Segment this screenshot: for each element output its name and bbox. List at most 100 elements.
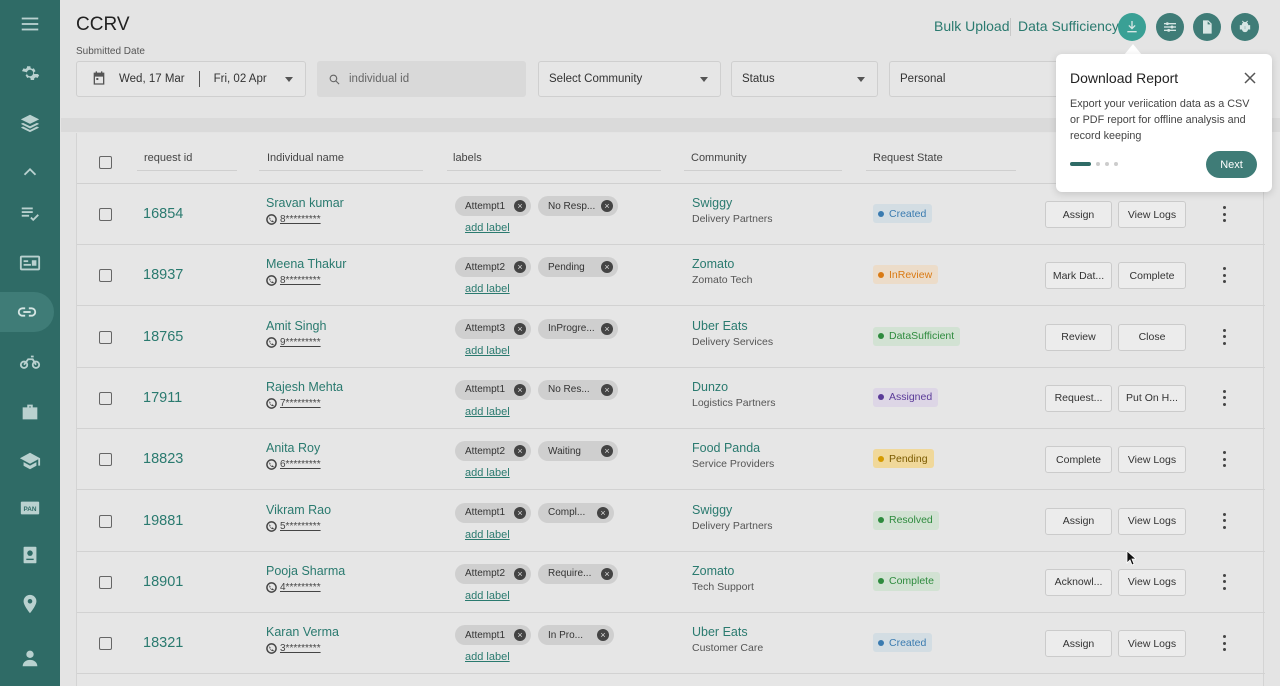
request-id-link[interactable]: 16854 [143, 206, 183, 222]
add-label-link[interactable]: add label [465, 590, 510, 602]
community-name-link[interactable]: Swiggy [692, 196, 732, 210]
remove-label-icon[interactable]: × [514, 322, 526, 335]
community-name-link[interactable]: Uber Eats [692, 625, 748, 639]
menu-icon[interactable] [0, 4, 60, 44]
primary-action-button[interactable]: Request... [1045, 384, 1112, 412]
request-id-link[interactable]: 18765 [143, 329, 183, 345]
add-label-link[interactable]: add label [465, 283, 510, 295]
individual-name-link[interactable]: Karan Verma [266, 625, 339, 639]
individual-name-link[interactable]: Anita Roy [266, 441, 320, 455]
primary-action-button[interactable]: Acknowl... [1045, 568, 1112, 596]
row-checkbox[interactable] [99, 330, 112, 344]
secondary-action-button[interactable]: View Logs [1118, 568, 1186, 596]
search-input[interactable]: individual id [317, 61, 526, 97]
add-label-link[interactable]: add label [465, 529, 510, 541]
header-request-state[interactable]: Request State [873, 152, 943, 164]
row-checkbox[interactable] [99, 208, 112, 221]
close-icon[interactable] [1244, 71, 1258, 85]
remove-label-icon[interactable]: × [601, 383, 613, 396]
primary-action-button[interactable]: Complete [1045, 446, 1112, 474]
secondary-action-button[interactable]: View Logs [1118, 201, 1186, 228]
secondary-action-button[interactable]: View Logs [1118, 507, 1186, 535]
individual-name-link[interactable]: Meena Thakur [266, 257, 346, 271]
individual-name-link[interactable]: Pooja Sharma [266, 564, 345, 578]
table-row[interactable]: 18823 Anita Roy 6********* Attempt2 × Waiting… [77, 429, 1265, 491]
request-id-link[interactable]: 18901 [143, 574, 183, 590]
remove-label-icon[interactable]: × [514, 445, 526, 458]
request-id-link[interactable]: 19881 [143, 513, 183, 529]
community-name-link[interactable]: Uber Eats [692, 319, 748, 333]
row-checkbox[interactable] [99, 269, 112, 283]
document-button[interactable] [1193, 13, 1221, 41]
row-checkbox[interactable] [99, 575, 112, 589]
secondary-action-button[interactable]: Complete [1118, 262, 1186, 290]
table-row[interactable]: 17911 Rajesh Mehta 7********* Attempt1 × No R… [77, 368, 1265, 429]
more-options-icon[interactable] [1217, 449, 1231, 469]
secondary-action-button[interactable]: Put On H... [1118, 384, 1186, 412]
remove-label-icon[interactable]: × [601, 261, 613, 274]
remove-label-icon[interactable]: × [601, 445, 613, 458]
briefcase-icon[interactable] [0, 392, 60, 432]
chevron-up-icon[interactable] [0, 152, 60, 192]
passport-icon[interactable] [0, 535, 60, 575]
header-individual-name[interactable]: Individual name [267, 152, 344, 164]
row-checkbox[interactable] [99, 637, 112, 651]
remove-label-icon[interactable]: × [514, 261, 526, 274]
remove-label-icon[interactable]: × [514, 506, 526, 519]
add-label-link[interactable]: add label [465, 651, 510, 663]
status-select[interactable]: Status [731, 61, 878, 97]
remove-label-icon[interactable]: × [597, 506, 609, 519]
more-options-icon[interactable] [1217, 388, 1231, 408]
primary-action-button[interactable]: Review [1045, 323, 1112, 351]
community-select[interactable]: Select Community [538, 61, 721, 97]
secondary-action-button[interactable]: View Logs [1118, 446, 1186, 474]
individual-name-link[interactable]: Rajesh Mehta [266, 380, 343, 394]
remove-label-icon[interactable]: × [514, 383, 526, 396]
date-from[interactable]: Wed, 17 Mar [119, 73, 185, 85]
secondary-action-button[interactable]: View Logs [1118, 630, 1186, 658]
add-label-link[interactable]: add label [465, 406, 510, 418]
data-sufficiency-link[interactable]: Data Sufficiency [1018, 18, 1119, 34]
next-button[interactable]: Next [1206, 151, 1257, 178]
header-request-id[interactable]: request id [144, 152, 192, 164]
request-id-link[interactable]: 18937 [143, 267, 183, 283]
remove-label-icon[interactable]: × [597, 629, 609, 642]
bug-report-button[interactable] [1231, 13, 1259, 41]
location-pin-icon[interactable] [0, 584, 60, 624]
more-options-icon[interactable] [1217, 511, 1231, 531]
download-report-button[interactable] [1118, 13, 1146, 41]
checklist-icon[interactable] [0, 193, 60, 233]
individual-name-link[interactable]: Sravan kumar [266, 196, 344, 210]
remove-label-icon[interactable]: × [601, 567, 613, 580]
individual-name-link[interactable]: Amit Singh [266, 319, 326, 333]
more-options-icon[interactable] [1217, 633, 1231, 653]
header-labels[interactable]: labels [453, 152, 482, 164]
user-profile-icon[interactable] [0, 638, 60, 678]
table-row[interactable]: 19881 Vikram Rao 5********* Attempt1 × Compl.… [77, 491, 1265, 552]
more-options-icon[interactable] [1217, 204, 1231, 224]
table-row[interactable]: 18321 Karan Verma 3********* Attempt1 × In Pr… [77, 613, 1265, 675]
community-name-link[interactable]: Food Panda [692, 441, 760, 455]
bulk-upload-link[interactable]: Bulk Upload [934, 18, 1010, 34]
primary-action-button[interactable]: Assign [1045, 201, 1112, 228]
more-options-icon[interactable] [1217, 265, 1231, 285]
table-row[interactable]: 18901 Pooja Sharma 4********* Attempt2 × Requ… [77, 552, 1265, 613]
remove-label-icon[interactable]: × [514, 567, 526, 580]
community-name-link[interactable]: Zomato [692, 257, 734, 271]
more-options-icon[interactable] [1217, 572, 1231, 592]
filter-settings-button[interactable] [1156, 13, 1184, 41]
row-checkbox[interactable] [99, 391, 112, 405]
primary-action-button[interactable]: Assign [1045, 507, 1112, 535]
primary-action-button[interactable]: Assign [1045, 630, 1112, 658]
remove-label-icon[interactable]: × [514, 200, 526, 212]
table-row[interactable]: 18765 Amit Singh 9********* Attempt3 × InProg… [77, 307, 1265, 368]
row-checkbox[interactable] [99, 453, 112, 467]
date-to[interactable]: Fri, 02 Apr [214, 73, 267, 85]
table-row[interactable]: 18937 Meena Thakur 8********* Attempt2 × Pend… [77, 245, 1265, 307]
more-options-icon[interactable] [1217, 327, 1231, 347]
community-name-link[interactable]: Dunzo [692, 380, 728, 394]
chevron-down-icon[interactable] [285, 77, 293, 82]
request-id-link[interactable]: 17911 [143, 390, 182, 406]
graduation-cap-icon[interactable] [0, 441, 60, 481]
date-range-picker[interactable]: Wed, 17 Mar Fri, 02 Apr [76, 61, 306, 97]
